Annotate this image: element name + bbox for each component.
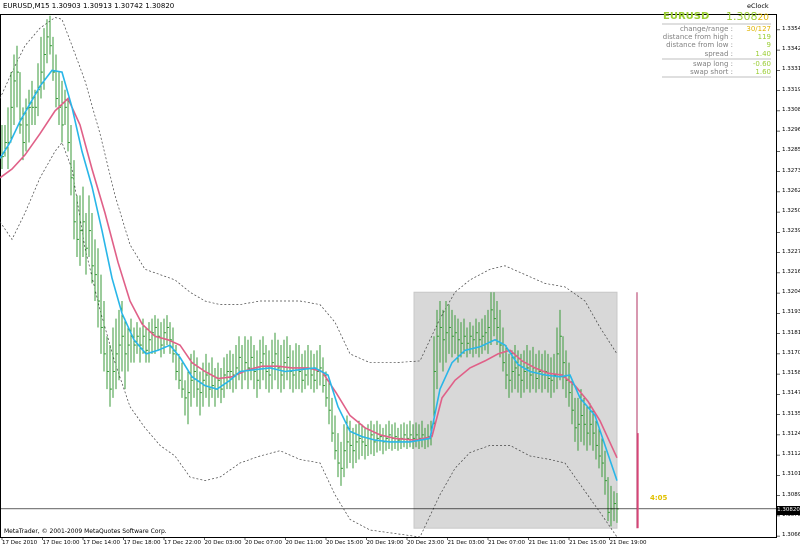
x-tick-label: 17 Dec 22:00 bbox=[164, 540, 201, 546]
x-tick-label: 20 Dec 15:00 bbox=[326, 540, 363, 546]
swap-row-1-label: swap short : bbox=[690, 68, 733, 77]
y-tick-label: 1.33540 bbox=[782, 25, 800, 32]
y-tick-label: 1.31815 bbox=[782, 329, 800, 336]
y-tick-label: 1.31240 bbox=[782, 430, 800, 437]
y-tick-label: 1.32390 bbox=[782, 228, 800, 235]
y-tick-label: 1.33310 bbox=[782, 66, 800, 73]
y-tick-label: 1.31125 bbox=[782, 451, 800, 458]
ohlc-values: 1.30903 1.30913 1.30742 1.30820 bbox=[51, 2, 175, 10]
x-tick-label: 21 Dec 15:00 bbox=[569, 540, 606, 546]
x-tick-label: 21 Dec 03:00 bbox=[447, 540, 485, 546]
y-tick-label: 1.32160 bbox=[782, 268, 800, 275]
swap-row-0-label: swap long : bbox=[692, 60, 733, 68]
y-tick-label: 1.30665 bbox=[782, 532, 800, 539]
y-tick-label: 1.32045 bbox=[782, 289, 800, 296]
eclock-symbol: EURUSD bbox=[663, 11, 710, 22]
info-row-1-label: distance from high : bbox=[662, 33, 733, 42]
x-tick-label: 21 Dec 07:00 bbox=[488, 540, 525, 546]
price-main: 1.308 bbox=[726, 10, 758, 23]
info-row-2-label: distance from low : bbox=[666, 41, 733, 50]
x-tick-label: 21 Dec 19:00 bbox=[609, 540, 647, 546]
symbol-timeframe: EURUSD,M15 bbox=[3, 2, 50, 10]
price-chart[interactable] bbox=[0, 0, 800, 549]
y-tick-label: 1.31010 bbox=[782, 471, 800, 478]
y-tick-label: 1.31700 bbox=[782, 349, 800, 356]
y-tick-label: 1.32275 bbox=[782, 248, 800, 255]
y-tick-label: 1.33195 bbox=[782, 86, 800, 93]
x-tick-label: 21 Dec 11:00 bbox=[528, 540, 566, 546]
eclock-price: 1.30820 bbox=[726, 10, 769, 23]
price-last-digits: 20 bbox=[757, 13, 769, 23]
x-tick-label: 17 Dec 18:00 bbox=[123, 540, 161, 546]
y-tick-label: 1.32965 bbox=[782, 127, 800, 134]
y-tick-label: 1.30895 bbox=[782, 491, 800, 498]
x-tick-label: 20 Dec 23:00 bbox=[407, 540, 444, 546]
info-row-3-value: 1.40 bbox=[755, 49, 771, 58]
x-tick-label: 17 Dec 2010 bbox=[2, 540, 38, 546]
copyright-notice: MetaTrader, © 2001-2009 MetaQuotes Softw… bbox=[4, 528, 167, 535]
y-tick-label: 1.32505 bbox=[782, 208, 800, 215]
x-tick-label: 17 Dec 14:00 bbox=[83, 540, 120, 546]
y-tick-label: 1.33425 bbox=[782, 46, 800, 53]
x-tick-label: 20 Dec 03:00 bbox=[204, 540, 242, 546]
x-tick-label: 20 Dec 19:00 bbox=[366, 540, 404, 546]
y-tick-label: 1.31470 bbox=[782, 390, 800, 397]
bar-countdown: 4:05 bbox=[650, 494, 668, 502]
y-tick-label: 1.31930 bbox=[782, 309, 800, 316]
x-tick-label: 20 Dec 11:00 bbox=[285, 540, 323, 546]
x-tick-label: 17 Dec 10:00 bbox=[42, 540, 80, 546]
chart-header: EURUSD,M15 1.30903 1.30913 1.30742 1.308… bbox=[3, 2, 174, 10]
y-tick-label: 1.30780 bbox=[782, 511, 800, 518]
x-tick-label: 20 Dec 07:00 bbox=[245, 540, 282, 546]
info-row-1-value: 119 bbox=[757, 33, 771, 42]
y-tick-label: 1.33080 bbox=[782, 106, 800, 113]
y-tick-label: 1.32620 bbox=[782, 187, 800, 194]
info-row-3-label: spread : bbox=[704, 49, 733, 58]
y-tick-label: 1.31355 bbox=[782, 410, 800, 417]
info-row-2-value: 9 bbox=[766, 41, 771, 50]
y-tick-label: 1.31585 bbox=[782, 370, 800, 377]
chart-window[interactable]: EURUSD,M15 1.30903 1.30913 1.30742 1.308… bbox=[0, 0, 800, 549]
swap-row-1-value: 1.60 bbox=[755, 68, 771, 77]
y-tick-label: 1.32850 bbox=[782, 147, 800, 154]
info-row-0-value: 30/127 bbox=[746, 25, 771, 33]
swap-row-0-value: -0.60 bbox=[752, 60, 771, 68]
plot-frame bbox=[0, 14, 777, 538]
eclock-title: eClock bbox=[747, 2, 769, 10]
info-row-0-label: change/range : bbox=[679, 25, 733, 33]
y-tick-label: 1.32735 bbox=[782, 167, 800, 174]
